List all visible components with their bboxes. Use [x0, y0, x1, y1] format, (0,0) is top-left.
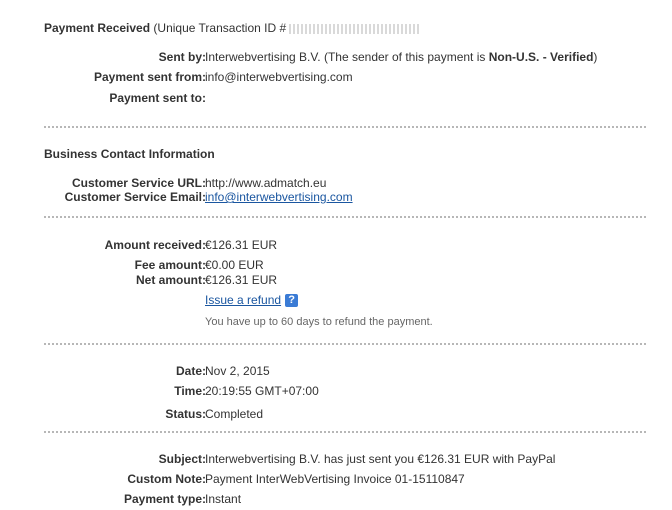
- sender-note-suffix: ): [593, 50, 598, 64]
- status-value: Completed: [205, 407, 264, 421]
- divider: [44, 126, 646, 128]
- payment-type-value: Instant: [205, 492, 242, 506]
- issue-refund-link[interactable]: Issue a refund: [205, 293, 281, 307]
- page-title: Payment Received: [44, 21, 151, 35]
- payment-received-header: Payment Received (Unique Transaction ID …: [44, 21, 420, 35]
- custom-note-value: Payment InterWebVertising Invoice 01-151…: [205, 472, 465, 486]
- customer-service-url-label: Customer Service URL:: [71, 176, 206, 190]
- amount-received-label: Amount received:: [104, 238, 206, 252]
- date-value: Nov 2, 2015: [205, 364, 270, 378]
- help-question-icon[interactable]: ?: [285, 294, 299, 308]
- payment-sent-from-label: Payment sent from:: [93, 70, 206, 84]
- payment-sent-from-value: info@interwebvertising.com: [205, 70, 353, 84]
- sender-status: Non-U.S. - Verified: [488, 50, 594, 64]
- divider: [44, 431, 646, 433]
- customer-service-email-label: Customer Service Email:: [64, 190, 206, 204]
- sender-name: Interwebvertising B.V.: [205, 50, 321, 64]
- subject-label: Subject:: [158, 452, 206, 466]
- refund-window-note: You have up to 60 days to refund the pay…: [205, 316, 433, 328]
- time-value: 20:19:55 GMT+07:00: [205, 384, 319, 398]
- payment-type-label: Payment type:: [123, 492, 206, 506]
- subject-value: Interwebvertising B.V. has just sent you…: [205, 452, 556, 466]
- fee-amount-value: €0.00 EUR: [205, 258, 264, 272]
- sent-by-label: Sent by:: [158, 50, 206, 64]
- issue-refund-row: Issue a refund?: [205, 293, 299, 308]
- amount-received-value: €126.31 EUR: [205, 238, 278, 252]
- customer-service-email-link[interactable]: info@interwebvertising.com: [205, 190, 353, 204]
- sender-note-prefix: (The sender of this payment is: [323, 50, 486, 64]
- fee-amount-label: Fee amount:: [134, 258, 206, 272]
- status-label: Status:: [165, 407, 206, 421]
- date-label: Date:: [175, 364, 206, 378]
- net-amount-value: €126.31 EUR: [205, 273, 278, 287]
- sent-by-value: Interwebvertising B.V. (The sender of th…: [205, 50, 597, 64]
- net-amount-label: Net amount:: [136, 273, 206, 287]
- custom-note-label: Custom Note:: [127, 472, 206, 486]
- divider: [44, 216, 646, 218]
- transaction-id-prefix: (Unique Transaction ID #: [153, 21, 287, 35]
- payment-sent-to-label: Payment sent to:: [109, 91, 206, 105]
- time-label: Time:: [174, 384, 206, 398]
- divider: [44, 343, 646, 345]
- customer-service-url-value: http://www.admatch.eu: [205, 176, 327, 190]
- redacted-transaction-id: [289, 23, 420, 34]
- business-contact-title: Business Contact Information: [44, 147, 215, 161]
